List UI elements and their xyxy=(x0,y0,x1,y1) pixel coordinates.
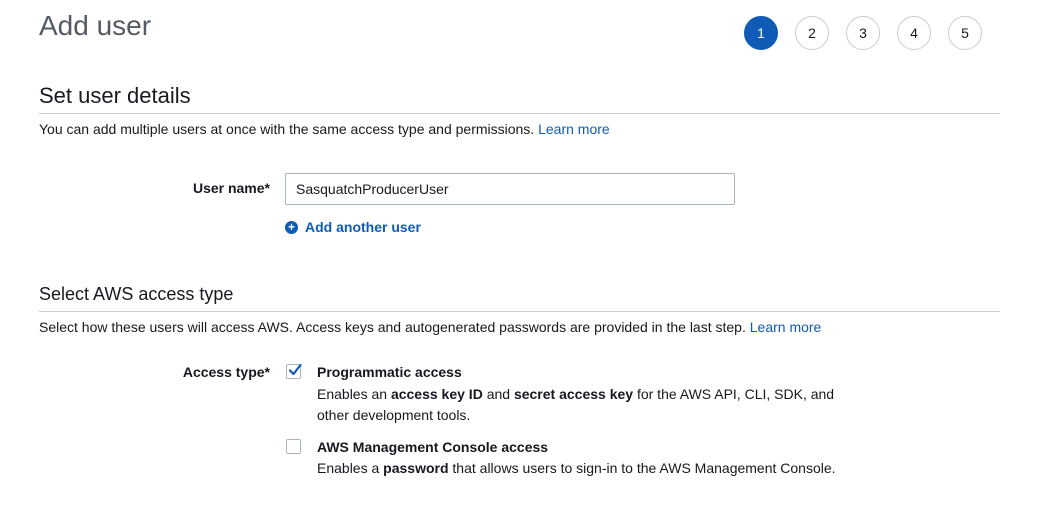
step-4[interactable]: 4 xyxy=(897,16,931,50)
desc-text: Enables an xyxy=(317,386,391,402)
username-input[interactable] xyxy=(285,173,735,205)
divider xyxy=(39,113,1000,114)
access-type-heading: Select AWS access type xyxy=(39,284,234,304)
plus-circle-icon: + xyxy=(285,220,298,234)
divider xyxy=(39,311,1000,312)
desc-text: and xyxy=(482,386,514,402)
step-2[interactable]: 2 xyxy=(795,16,829,50)
user-details-description: You can add multiple users at once with … xyxy=(39,121,610,137)
desc-text: that allows users to sign-in to the AWS … xyxy=(448,460,836,476)
desc-bold: access key ID xyxy=(390,386,483,402)
console-access-title: AWS Management Console access xyxy=(317,439,549,455)
add-another-user-label: Add another user xyxy=(305,219,421,235)
access-type-description-text: Select how these users will access AWS. … xyxy=(39,319,746,335)
programmatic-access-checkbox[interactable] xyxy=(286,363,302,379)
add-user-page: Add user 1 2 3 4 5 Set user details You … xyxy=(0,0,1055,522)
step-5[interactable]: 5 xyxy=(948,16,982,50)
checkmark-icon xyxy=(288,363,302,376)
access-type-description: Select how these users will access AWS. … xyxy=(39,319,821,335)
desc-text: Enables a xyxy=(317,460,384,476)
learn-more-link[interactable]: Learn more xyxy=(750,319,822,335)
add-another-user-link[interactable]: + Add another user xyxy=(285,219,421,235)
desc-bold: password xyxy=(383,460,449,476)
programmatic-access-description: Enables an access key ID and secret acce… xyxy=(317,384,857,426)
access-type-label: Access type* xyxy=(182,364,270,380)
username-label: User name* xyxy=(192,180,270,196)
console-access-description: Enables a password that allows users to … xyxy=(317,458,857,479)
console-access-checkbox[interactable] xyxy=(286,439,301,454)
step-3[interactable]: 3 xyxy=(846,16,880,50)
page-title: Add user xyxy=(39,10,152,41)
programmatic-access-title: Programmatic access xyxy=(317,364,462,380)
wizard-steps: 1 2 3 4 5 xyxy=(744,16,999,50)
desc-bold: secret access key xyxy=(513,386,634,402)
user-details-description-text: You can add multiple users at once with … xyxy=(39,121,535,137)
learn-more-link[interactable]: Learn more xyxy=(538,121,610,137)
user-details-heading: Set user details xyxy=(39,83,191,108)
step-1[interactable]: 1 xyxy=(744,16,778,50)
